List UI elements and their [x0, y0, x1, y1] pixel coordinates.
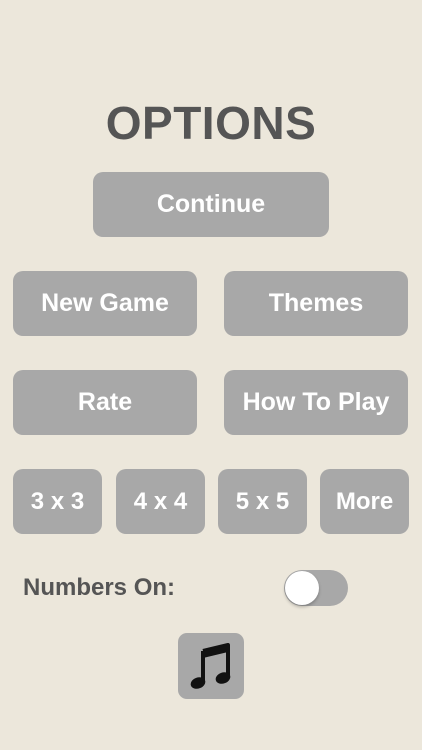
rate-button[interactable]: Rate [13, 370, 197, 435]
how-to-play-button-label: How To Play [242, 388, 390, 416]
grid-4x4-label: 4 x 4 [133, 487, 188, 515]
more-button-label: More [335, 487, 394, 515]
grid-3x3-button[interactable]: 3 x 3 [13, 469, 102, 534]
grid-5x5-button[interactable]: 5 x 5 [218, 469, 307, 534]
music-note-icon [190, 643, 231, 689]
how-to-play-button[interactable]: How To Play [224, 370, 408, 435]
new-game-button[interactable]: New Game [13, 271, 197, 336]
new-game-button-label: New Game [41, 289, 169, 317]
continue-button-label: Continue [156, 190, 266, 218]
numbers-toggle[interactable] [284, 570, 348, 606]
continue-button[interactable]: Continue [93, 172, 329, 237]
page-title: OPTIONS [105, 97, 317, 149]
numbers-on-label: Numbers On: [23, 574, 176, 601]
rate-button-label: Rate [77, 388, 133, 416]
toggle-knob [285, 571, 319, 605]
themes-button-label: Themes [268, 289, 364, 317]
more-button[interactable]: More [320, 469, 409, 534]
music-button[interactable] [178, 633, 244, 699]
themes-button[interactable]: Themes [224, 271, 408, 336]
grid-3x3-label: 3 x 3 [30, 487, 85, 515]
grid-5x5-label: 5 x 5 [235, 487, 290, 515]
grid-4x4-button[interactable]: 4 x 4 [116, 469, 205, 534]
options-screen: OPTIONS Continue New Game Themes Rate Ho… [0, 0, 422, 750]
